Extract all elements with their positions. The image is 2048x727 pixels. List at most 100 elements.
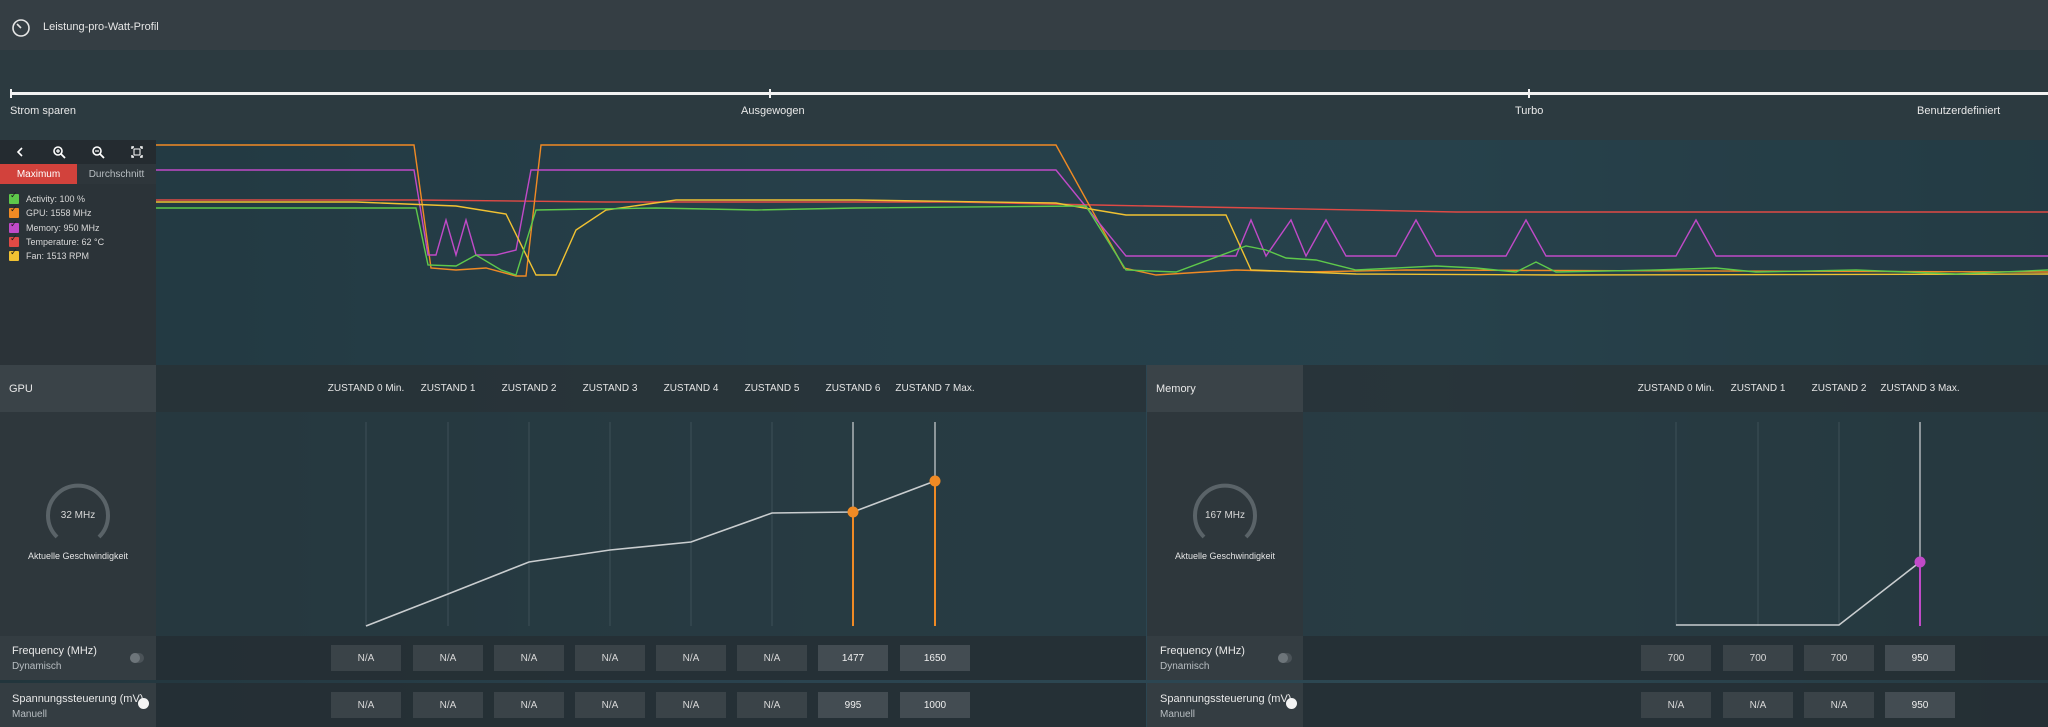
- gpu-voltage-cell[interactable]: N/A: [656, 692, 726, 718]
- memory-section-title: Memory: [1147, 365, 1303, 412]
- gpu-state-1-label: ZUSTAND 1: [420, 383, 476, 394]
- fan-line: [156, 199, 2048, 276]
- gpu-voltage-cell[interactable]: N/A: [331, 692, 401, 718]
- zoom-in-button[interactable]: [39, 140, 78, 164]
- memory-current-speed: 167 MHz: [1204, 510, 1245, 521]
- gpu-state-7-label: ZUSTAND 7 Max.: [895, 383, 975, 394]
- memory-voltage-cell[interactable]: N/A: [1641, 692, 1711, 718]
- memory-voltage-row: N/A N/A N/A 950: [1303, 683, 2048, 727]
- back-button[interactable]: [0, 140, 39, 164]
- gpu-state-4-label: ZUSTAND 4: [663, 383, 719, 394]
- memory-state-3-label: ZUSTAND 3 Max.: [1880, 383, 1960, 394]
- checkbox-icon[interactable]: [9, 220, 19, 233]
- checkbox-icon[interactable]: [9, 191, 19, 204]
- gpu-voltage-row: N/A N/A N/A N/A N/A N/A 995 1000: [156, 683, 1146, 727]
- legend-label: Memory: 950 MHz: [26, 223, 100, 233]
- gpu-voltage-toggle[interactable]: [138, 698, 149, 709]
- gpu-frequency-cell[interactable]: 1650: [900, 645, 970, 671]
- gpu-voltage-cell[interactable]: 1000: [900, 692, 970, 718]
- page-title: Leistung-pro-Watt-Profil: [43, 21, 159, 33]
- gpu-state-6-label: ZUSTAND 6: [825, 383, 881, 394]
- gpu-state-0-label: ZUSTAND 0 Min.: [327, 383, 405, 394]
- legend-memory[interactable]: Memory: 950 MHz: [9, 220, 100, 234]
- speedometer-icon: [12, 19, 30, 37]
- slider-option-turbo[interactable]: Turbo: [1515, 105, 1543, 117]
- gpu-frequency-cell[interactable]: N/A: [331, 645, 401, 671]
- legend-label: GPU: 1558 MHz: [26, 208, 92, 218]
- performance-graph[interactable]: [156, 140, 2048, 365]
- memory-frequency-label: Frequency (MHz): [1160, 645, 1245, 657]
- legend-fan[interactable]: Fan: 1513 RPM: [9, 248, 90, 262]
- gpu-voltage-cell[interactable]: N/A: [413, 692, 483, 718]
- zoom-in-icon: [52, 146, 66, 159]
- gpu-section-title: GPU: [0, 365, 156, 412]
- gpu-frequency-label: Frequency (MHz): [12, 645, 97, 657]
- gpu-frequency-cell[interactable]: N/A: [494, 645, 564, 671]
- average-button[interactable]: Durchschnitt: [77, 164, 156, 184]
- memory-frequency-row-header: Frequency (MHz) Dynamisch: [1147, 636, 1303, 680]
- gpu-frequency-cell[interactable]: N/A: [737, 645, 807, 671]
- gpu-state-7-handle: [929, 475, 941, 487]
- memory-voltage-cell[interactable]: N/A: [1804, 692, 1874, 718]
- gpu-frequency-row: N/A N/A N/A N/A N/A N/A 1477 1650: [156, 636, 1146, 680]
- slider-option-power-save[interactable]: Strom sparen: [10, 105, 76, 117]
- gpu-frequency-cell[interactable]: N/A: [656, 645, 726, 671]
- graph-controls: Maximum Durchschnitt Activity: 100 % GPU…: [0, 140, 156, 365]
- memory-frequency-cell[interactable]: 950: [1885, 645, 1955, 671]
- gpu-frequency-mode: Dynamisch: [12, 661, 62, 672]
- memory-state-0-label: ZUSTAND 0 Min.: [1637, 383, 1715, 394]
- gpu-state-6-handle: [847, 506, 859, 518]
- gpu-voltage-cell[interactable]: 995: [818, 692, 888, 718]
- memory-gauge-panel: 167 MHz Aktuelle Geschwindigkeit: [1147, 412, 1303, 636]
- memory-voltage-label: Spannungssteuerung (mV): [1160, 693, 1292, 705]
- slider-option-balanced[interactable]: Ausgewogen: [741, 105, 805, 117]
- memory-voltage-cell[interactable]: 950: [1885, 692, 1955, 718]
- memory-voltage-row-header: Spannungssteuerung (mV) Manuell: [1147, 683, 1303, 727]
- gpu-curve: [365, 422, 941, 627]
- maximum-button[interactable]: Maximum: [0, 164, 77, 184]
- slider-track[interactable]: [10, 92, 2048, 95]
- slider-tick[interactable]: [769, 89, 771, 98]
- gpu-frequency-cell[interactable]: N/A: [413, 645, 483, 671]
- legend-gpu[interactable]: GPU: 1558 MHz: [9, 205, 92, 219]
- memory-state-chart[interactable]: [1303, 412, 2048, 636]
- gpu-frequency-cell[interactable]: 1477: [818, 645, 888, 671]
- gpu-voltage-mode: Manuell: [12, 709, 48, 720]
- fit-view-button[interactable]: [117, 140, 156, 164]
- zoom-out-button[interactable]: [78, 140, 117, 164]
- memory-state-3-handle: [1914, 556, 1926, 568]
- memory-voltage-toggle[interactable]: [1286, 698, 1297, 709]
- memory-frequency-cell[interactable]: 700: [1641, 645, 1711, 671]
- profile-slider[interactable]: Strom sparen Ausgewogen Turbo Benutzerde…: [0, 50, 2048, 140]
- memory-state-1-label: ZUSTAND 1: [1730, 383, 1786, 394]
- zoom-out-icon: [91, 146, 105, 159]
- checkbox-icon[interactable]: [9, 205, 19, 218]
- memory-frequency-cell[interactable]: 700: [1723, 645, 1793, 671]
- legend-temperature[interactable]: Temperature: 62 °C: [9, 234, 104, 248]
- memory-frequency-mode: Dynamisch: [1160, 661, 1210, 672]
- memory-curve: [1675, 422, 1926, 626]
- gpu-frequency-row-header: Frequency (MHz) Dynamisch: [0, 636, 156, 680]
- memory-voltage-cell[interactable]: N/A: [1723, 692, 1793, 718]
- gpu-voltage-cell[interactable]: N/A: [575, 692, 645, 718]
- memory-frequency-cell[interactable]: 700: [1804, 645, 1874, 671]
- checkbox-icon[interactable]: [9, 234, 19, 247]
- gpu-frequency-toggle[interactable]: [130, 653, 144, 663]
- memory-frequency-toggle[interactable]: [1278, 653, 1292, 663]
- gpu-voltage-cell[interactable]: N/A: [494, 692, 564, 718]
- slider-tick[interactable]: [10, 89, 12, 98]
- legend-activity[interactable]: Activity: 100 %: [9, 191, 85, 205]
- gpu-state-chart[interactable]: [156, 412, 1146, 636]
- slider-option-custom[interactable]: Benutzerdefiniert: [1917, 105, 2000, 117]
- gpu-voltage-cell[interactable]: N/A: [737, 692, 807, 718]
- gpu-current-speed: 32 MHz: [60, 510, 96, 521]
- memory-voltage-mode: Manuell: [1160, 709, 1196, 720]
- checkbox-icon[interactable]: [9, 248, 19, 261]
- gpu-state-5-label: ZUSTAND 5: [744, 383, 800, 394]
- slider-tick[interactable]: [1528, 89, 1530, 98]
- gpu-state-2-label: ZUSTAND 2: [501, 383, 557, 394]
- legend-label: Fan: 1513 RPM: [26, 251, 90, 261]
- gpu-frequency-cell[interactable]: N/A: [575, 645, 645, 671]
- gpu-state-header: [156, 365, 1146, 412]
- fit-view-icon: [130, 146, 143, 158]
